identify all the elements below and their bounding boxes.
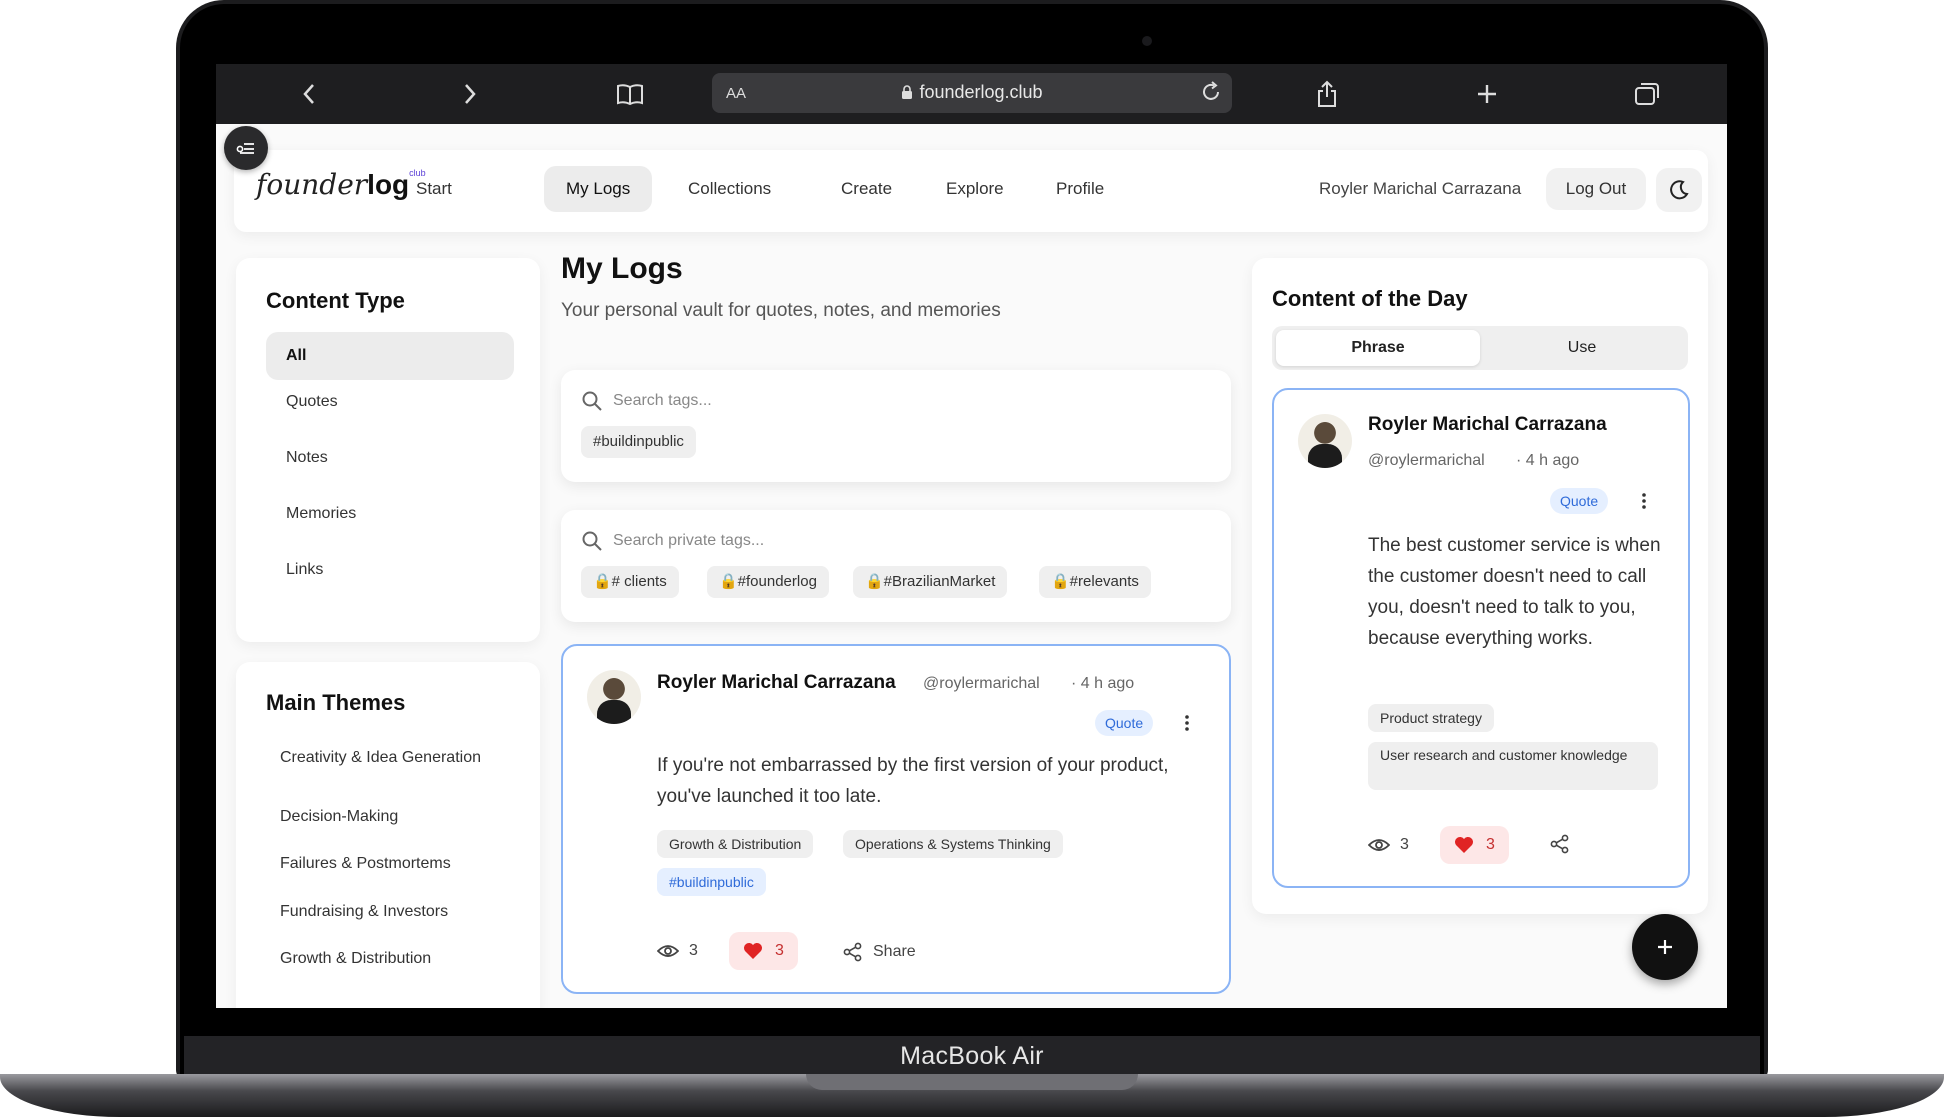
post-handle[interactable]: @roylermarichal [923, 675, 1040, 693]
theme-fundraising[interactable]: Fundraising & Investors [280, 900, 520, 924]
filter-memories[interactable]: Memories [266, 490, 514, 538]
theme-tag[interactable]: User research and customer knowledge [1368, 742, 1658, 790]
like-button[interactable]: 3 [729, 932, 798, 970]
add-log-button[interactable] [1632, 914, 1698, 980]
device-label: MacBook Air [184, 1036, 1760, 1074]
page-title: My Logs [561, 252, 683, 285]
theme-tag[interactable]: Growth & Distribution [657, 830, 814, 858]
theme-decision-making[interactable]: Decision-Making [280, 805, 520, 829]
post-time: · 4 h ago [1071, 675, 1135, 692]
views-count: 3 [657, 942, 698, 960]
content-of-day-title: Content of the Day [1272, 286, 1468, 311]
share-label: Share [873, 943, 916, 960]
lock-icon [902, 85, 913, 99]
hashtag-tag[interactable]: #buildinpublic [657, 868, 766, 896]
nav-collections[interactable]: Collections [666, 166, 793, 212]
log-post-card[interactable]: Royler Marichal Carrazana @roylermaricha… [561, 644, 1231, 994]
logout-button[interactable]: Log Out [1546, 168, 1646, 210]
moon-icon[interactable] [1656, 168, 1702, 212]
private-tag-chip[interactable]: 🔒#relevants [1039, 566, 1151, 598]
logo-text: founder [256, 168, 368, 201]
plus-icon [1658, 940, 1672, 954]
filter-all[interactable]: All [266, 332, 514, 380]
views-count: 3 [1368, 836, 1409, 854]
more-options-icon[interactable] [1177, 712, 1197, 734]
filter-notes[interactable]: Notes [266, 434, 514, 482]
user-name[interactable]: Royler Marichal Carrazana [1319, 166, 1521, 212]
share-button[interactable]: Share [843, 942, 916, 962]
url-text: founderlog.club [712, 82, 1232, 103]
content-type-panel: Content Type All Quotes Notes Memories L… [236, 258, 540, 642]
filter-links[interactable]: Links [266, 546, 514, 594]
avatar[interactable] [1298, 414, 1352, 468]
content-type-title: Content Type [266, 288, 405, 313]
more-options-icon[interactable] [1634, 490, 1654, 512]
theme-tag[interactable]: Operations & Systems Thinking [843, 830, 1063, 858]
page-subtitle: Your personal vault for quotes, notes, a… [561, 300, 1001, 321]
heart-icon [1455, 837, 1473, 853]
tab-phrase[interactable]: Phrase [1276, 330, 1480, 366]
private-tag-chip[interactable]: 🔒#founderlog [707, 566, 829, 598]
featured-text: The best customer service is when the cu… [1368, 535, 1661, 649]
forward-icon[interactable] [450, 76, 490, 112]
private-tag-chip[interactable]: 🔒# clients [581, 566, 679, 598]
featured-handle[interactable]: @roylermarichal [1368, 452, 1485, 470]
bookmarks-icon[interactable] [610, 76, 650, 112]
nav-create[interactable]: Create [819, 166, 914, 212]
nav-profile[interactable]: Profile [1034, 166, 1126, 212]
eye-icon [1368, 839, 1390, 851]
share-icon[interactable] [1550, 834, 1570, 854]
screen: AA founderlog.club founderlogclub Start … [216, 64, 1727, 1008]
type-badge: Quote [1095, 710, 1154, 736]
eye-icon [657, 945, 679, 957]
new-tab-icon[interactable] [1467, 76, 1507, 112]
featured-author[interactable]: Royler Marichal Carrazana [1368, 414, 1607, 436]
app-navbar: founderlogclub Start My Logs Collections… [234, 150, 1708, 232]
likes-value: 3 [775, 942, 784, 959]
nav-explore[interactable]: Explore [924, 166, 1026, 212]
search-icon [582, 531, 602, 551]
featured-time: · 4 h ago [1516, 452, 1580, 469]
tag-chip[interactable]: #buildinpublic [581, 426, 696, 458]
search-tags-input[interactable]: Search tags... [613, 392, 712, 410]
filter-quotes[interactable]: Quotes [266, 378, 514, 426]
camera [1142, 36, 1152, 46]
share-icon[interactable] [1307, 76, 1347, 112]
heart-icon [744, 943, 762, 959]
url-host: founderlog.club [919, 82, 1043, 102]
tab-use[interactable]: Use [1480, 330, 1684, 366]
base-notch [806, 1074, 1138, 1090]
theme-growth[interactable]: Growth & Distribution [280, 947, 520, 971]
tabs-icon[interactable] [1627, 76, 1667, 112]
avatar[interactable] [587, 670, 641, 724]
private-tag-chip[interactable]: 🔒#BrazilianMarket [853, 566, 1008, 598]
post-text: If you're not embarrassed by the first v… [657, 755, 1169, 807]
nav-my-logs[interactable]: My Logs [544, 166, 653, 212]
post-author[interactable]: Royler Marichal Carrazana [657, 672, 896, 694]
search-private-tags-input[interactable]: Search private tags... [613, 532, 764, 550]
browser-toolbar: AA founderlog.club [216, 64, 1727, 124]
theme-tag[interactable]: Product strategy [1368, 704, 1494, 732]
content-of-the-day-panel: Content of the Day Phrase Use Royler Mar… [1252, 258, 1708, 914]
main-themes-panel: Main Themes Creativity & Idea Generation… [236, 662, 540, 1008]
featured-post-card[interactable]: Royler Marichal Carrazana @roylermaricha… [1272, 388, 1690, 888]
likes-value: 3 [1486, 836, 1495, 853]
content-of-day-toggle: Phrase Use [1272, 326, 1688, 370]
back-icon[interactable] [289, 76, 329, 112]
floating-menu-icon[interactable] [224, 126, 268, 170]
like-button[interactable]: 3 [1440, 826, 1509, 864]
private-tag-search: Search private tags... 🔒# clients 🔒#foun… [561, 510, 1231, 622]
reload-icon[interactable] [1198, 79, 1224, 110]
main-themes-title: Main Themes [266, 690, 406, 715]
views-value: 3 [1400, 836, 1409, 853]
theme-creativity[interactable]: Creativity & Idea Generation [280, 746, 520, 770]
type-badge: Quote [1550, 488, 1609, 514]
nav-start[interactable]: Start [394, 166, 474, 212]
views-value: 3 [689, 942, 698, 959]
share-icon [843, 942, 862, 962]
address-bar[interactable]: AA founderlog.club [712, 73, 1232, 113]
theme-failures[interactable]: Failures & Postmortems [280, 852, 520, 876]
search-icon [582, 391, 602, 411]
public-tag-search: Search tags... #buildinpublic [561, 370, 1231, 482]
